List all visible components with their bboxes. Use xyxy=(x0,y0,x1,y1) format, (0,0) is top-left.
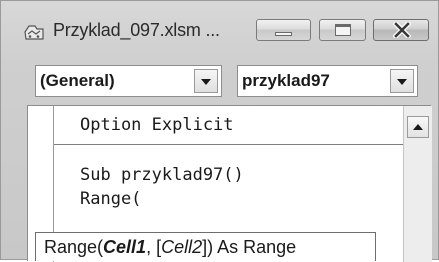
maximize-icon xyxy=(335,24,351,36)
object-dropdown-value: (General) xyxy=(40,71,115,90)
scroll-up-button[interactable] xyxy=(407,116,429,138)
maximize-button[interactable] xyxy=(319,19,366,41)
title-bar[interactable]: Przyklad_097.xlsm ... xyxy=(1,1,438,53)
minimize-icon xyxy=(275,32,292,36)
object-dropdown-button[interactable] xyxy=(194,69,218,93)
code-line[interactable]: Option Explicit xyxy=(80,115,234,135)
tooltip-prefix: Range( xyxy=(44,237,104,257)
tooltip-separator: , [ xyxy=(146,237,162,257)
chevron-down-icon xyxy=(201,79,211,85)
tooltip-param-current: Cell1 xyxy=(103,237,147,257)
procedure-dropdown-value: przyklad97 xyxy=(242,71,330,90)
procedure-dropdown-button[interactable] xyxy=(390,69,414,93)
tooltip-text: Range(Cell1, [Cell2]) As Range xyxy=(44,237,296,258)
quick-info-tooltip: Range(Cell1, [Cell2]) As Range xyxy=(35,232,376,261)
vba-module-icon xyxy=(24,25,44,40)
scroll-up-icon xyxy=(413,124,423,130)
object-dropdown[interactable]: (General) xyxy=(35,65,222,97)
vertical-scrollbar[interactable] xyxy=(403,106,432,262)
close-button[interactable] xyxy=(373,19,429,41)
tooltip-param-optional: Cell2 xyxy=(161,237,203,257)
chevron-down-icon xyxy=(397,79,407,85)
procedure-dropdown[interactable]: przyklad97 xyxy=(237,65,418,97)
code-line[interactable]: Sub przyklad97() xyxy=(80,165,244,185)
procedure-separator xyxy=(54,144,404,145)
window-title: Przyklad_097.xlsm ... xyxy=(53,20,220,40)
close-icon xyxy=(393,22,411,38)
vba-code-window: Przyklad_097.xlsm ... (General) przyklad… xyxy=(0,0,439,262)
minimize-button[interactable] xyxy=(256,19,311,41)
code-line[interactable]: Range( xyxy=(80,189,141,209)
tooltip-suffix: ]) As Range xyxy=(202,237,297,257)
